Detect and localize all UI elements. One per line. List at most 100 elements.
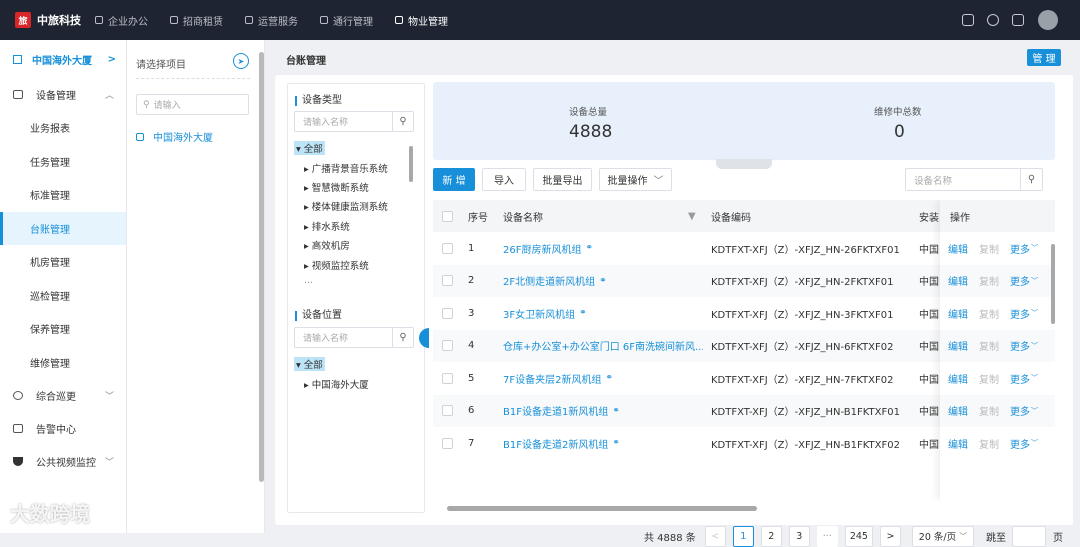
topnav-item-operations[interactable]: 运营服务 — [245, 13, 298, 28]
sidebar-group-equipment[interactable]: 设备管理 ︿ — [0, 78, 126, 111]
stats-banner: 设备总量 4888 维修中总数 0 — [433, 82, 1055, 169]
row-index: 4 — [468, 340, 475, 352]
topnav-item-office[interactable]: 企业办公 — [95, 13, 148, 28]
sidebar-group-video[interactable]: 公共视频监控 ﹀ — [0, 445, 126, 478]
col-index: 序号 — [468, 212, 488, 224]
download-icon[interactable] — [962, 14, 974, 26]
sidebar-item-tasks[interactable]: 任务管理 — [0, 145, 126, 179]
page-button[interactable]: 245 — [844, 525, 873, 547]
device-name-link[interactable]: 7F设备夹层2新风机组 ⚭ — [503, 362, 703, 395]
page-ellipsis[interactable]: ··· — [816, 525, 838, 547]
sidebar-item-repair[interactable]: 维修管理 — [0, 346, 126, 380]
add-button[interactable]: 新 增 — [433, 168, 475, 191]
device-code: KDTFXT-XFJ（Z）-XFJZ_HN-B1FKTXF01 — [711, 407, 900, 419]
row-checkbox[interactable] — [442, 232, 453, 265]
topnav-item-access[interactable]: 通行管理 — [320, 13, 373, 28]
device-name-link[interactable]: 3F女卫新风机组 ⚭ — [503, 297, 703, 330]
link-icon: ⚭ — [579, 308, 587, 319]
locate-icon[interactable]: ➤ — [233, 53, 249, 69]
sidebar-group-alarm[interactable]: 告警中心 — [0, 412, 126, 445]
device-location-root[interactable]: ▾ 全部 — [294, 357, 325, 371]
batch-ops-dropdown[interactable]: 批量操作 ﹀ — [599, 168, 672, 191]
page-button[interactable]: 2 — [760, 525, 782, 547]
row-checkbox[interactable] — [442, 265, 453, 298]
device-code: KDTFXT-XFJ（Z）-XFJZ_HN-2FKTXF01 — [711, 277, 894, 289]
device-type-node[interactable]: ... — [304, 275, 313, 283]
device-type-scrollbar[interactable] — [409, 146, 413, 182]
device-location-node[interactable]: ▸ 中国海外大厦 — [304, 377, 369, 391]
device-type-node[interactable]: ▸ 高效机房 — [304, 238, 350, 252]
device-location: 中国 — [919, 439, 939, 451]
sidebar-item-ledger[interactable]: 台账管理 — [0, 211, 126, 245]
row-checkbox[interactable] — [442, 362, 453, 395]
sidebar-header[interactable]: 中国海外大厦 > — [0, 40, 126, 78]
divider — [136, 78, 250, 79]
import-button[interactable]: 导入 — [482, 168, 526, 191]
device-name-link[interactable]: 26F厨房新风机组 ⚭ — [503, 232, 703, 265]
total-devices-value: 4888 — [569, 122, 613, 142]
row-checkbox[interactable] — [442, 427, 453, 460]
device-type-node[interactable]: ▸ 视频监控系统 — [304, 258, 369, 272]
sidebar-item-reports[interactable]: 业务报表 — [0, 111, 126, 145]
page-button[interactable]: 1 — [732, 525, 754, 547]
sidebar-item-inspection[interactable]: 巡检管理 — [0, 279, 126, 313]
project-search-input[interactable]: ⚲ 请输入 — [136, 94, 249, 115]
table-horizontal-scrollbar[interactable] — [447, 506, 757, 511]
sidebar-item-maintenance[interactable]: 保养管理 — [0, 312, 126, 346]
row-index: 2 — [468, 275, 475, 287]
repairing-value: 0 — [894, 122, 905, 142]
row-index: 7 — [468, 437, 475, 449]
batch-export-button[interactable]: 批量导出 — [533, 168, 592, 191]
message-icon[interactable] — [987, 14, 999, 26]
jump-page-input[interactable] — [1011, 525, 1046, 547]
sidebar-item-machine-room[interactable]: 机房管理 — [0, 245, 126, 279]
chevron-up-icon: ︿ — [104, 91, 114, 101]
search-icon[interactable]: ⚲ — [392, 328, 413, 347]
device-name-link[interactable]: B1F设备走道2新风机组 ⚭ — [503, 427, 703, 460]
select-all-checkbox[interactable] — [442, 200, 453, 232]
row-index: 5 — [468, 372, 475, 384]
project-pane-scrollbar[interactable] — [259, 52, 264, 482]
search-icon[interactable]: ⚲ — [392, 112, 413, 131]
app-logo[interactable]: 旅 中旅科技 — [15, 12, 81, 28]
page-button[interactable]: 3 — [788, 525, 810, 547]
chevron-down-icon: ﹀ — [653, 176, 664, 187]
total-count: 共 4888 条 — [644, 532, 696, 544]
project-tree-node[interactable]: 中国海外大厦 — [136, 129, 213, 144]
device-type-node[interactable]: ▸ 楼体健康监测系统 — [304, 199, 388, 213]
sidebar-group-patrol[interactable]: 综合巡更 ﹀ — [0, 379, 126, 412]
device-code: KDTFXT-XFJ（Z）-XFJZ_HN-6FKTXF02 — [711, 342, 894, 354]
row-checkbox[interactable] — [442, 395, 453, 428]
settings-icon[interactable] — [1012, 14, 1024, 26]
topnav-item-leasing[interactable]: 招商租赁 — [170, 13, 223, 28]
user-avatar[interactable] — [1038, 10, 1058, 30]
device-type-search-input[interactable]: 请输入名称 ⚲ — [294, 111, 414, 132]
device-type-node[interactable]: ▸ 智慧微断系统 — [304, 180, 369, 194]
row-index: 6 — [468, 405, 475, 417]
device-name-link[interactable]: 仓库+办公室+办公室门口 6F南洗碗间新风...⚭ — [503, 330, 703, 363]
table-toolbar: 新 增 导入 批量导出 批量操作 ﹀ 设备名称 ⚲ — [433, 168, 1055, 192]
next-page-button[interactable]: > — [879, 525, 901, 547]
sidebar: 中国海外大厦 > 设备管理 ︿ 业务报表 任务管理 标准管理 台账管理 机房管理… — [0, 40, 127, 533]
device-location-search-input[interactable]: 请输入名称 ⚲ — [294, 327, 414, 348]
filter-icon[interactable]: ▼ — [688, 200, 696, 232]
device-name-link[interactable]: 2F北侧走道新风机组 ⚭ — [503, 265, 703, 298]
table-vertical-scrollbar[interactable] — [1051, 244, 1055, 324]
device-type-root[interactable]: ▾ 全部 — [294, 141, 325, 155]
row-checkbox[interactable] — [442, 297, 453, 330]
row-checkbox[interactable] — [442, 330, 453, 363]
chevron-right-icon: > — [107, 53, 116, 65]
prev-page-button[interactable]: < — [704, 525, 726, 547]
link-icon: ⚭ — [612, 405, 620, 416]
project-pane: 请选择项目 ➤ ⚲ 请输入 中国海外大厦 — [127, 40, 265, 533]
manage-button[interactable]: 管 理 — [1027, 49, 1061, 66]
topnav-item-property[interactable]: 物业管理 — [395, 13, 448, 28]
device-name-link[interactable]: B1F设备走道1新风机组 ⚭ — [503, 395, 703, 428]
device-type-node[interactable]: ▸ 排水系统 — [304, 219, 350, 233]
device-type-node[interactable]: ▸ 广播背景音乐系统 — [304, 161, 388, 175]
device-name-search-input[interactable]: 设备名称 ⚲ — [905, 168, 1043, 191]
sidebar-item-standards[interactable]: 标准管理 — [0, 178, 126, 212]
search-icon[interactable]: ⚲ — [1020, 169, 1042, 190]
chevron-down-icon: ﹀ — [959, 531, 968, 541]
page-size-select[interactable]: 20 条/页 ﹀ — [911, 525, 974, 547]
